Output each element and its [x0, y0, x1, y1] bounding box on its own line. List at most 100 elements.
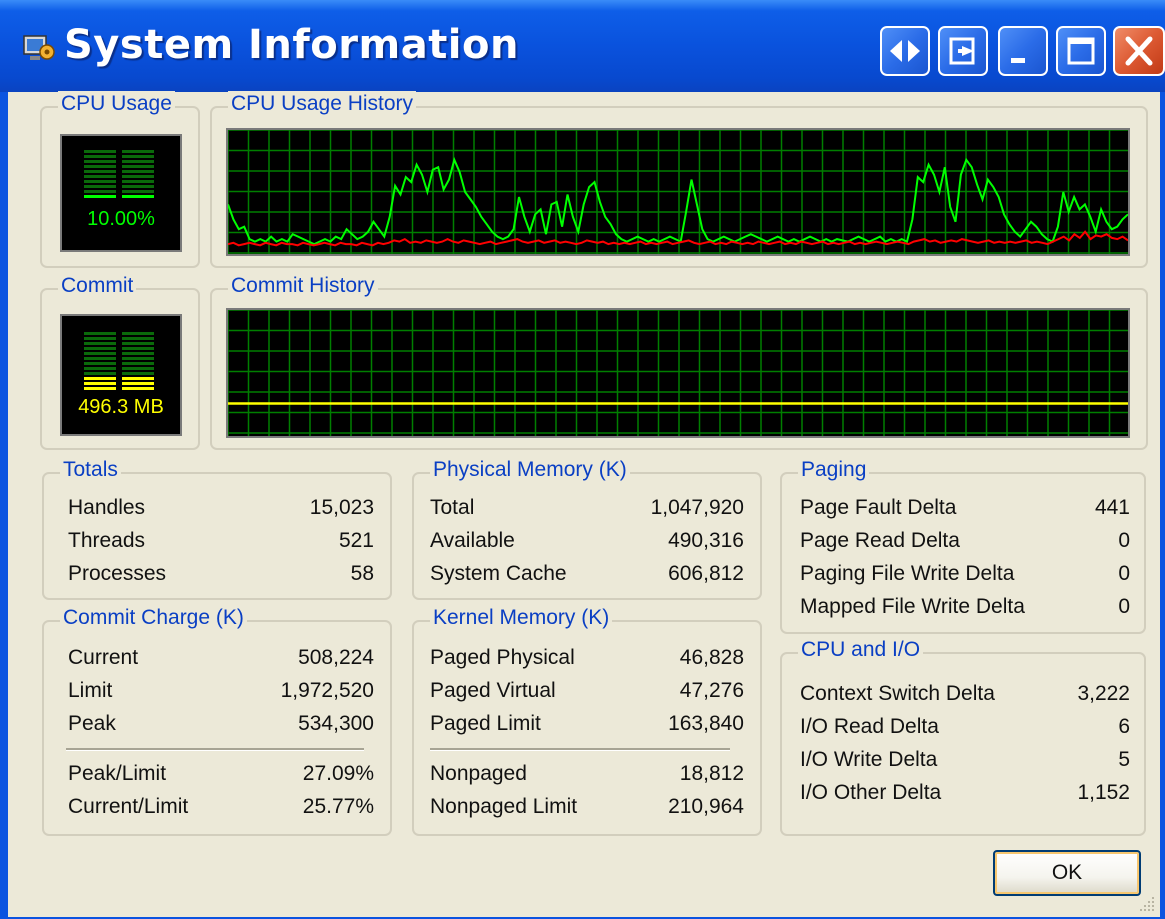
- meter-segment: [122, 150, 154, 153]
- meter-segment: [122, 337, 154, 340]
- peak-limit-row: Peak/Limit 27.09%: [68, 762, 374, 794]
- processes-label: Processes: [68, 562, 167, 585]
- meter-segment: [84, 155, 116, 158]
- meter-segment: [122, 382, 154, 385]
- close-button[interactable]: [1113, 26, 1165, 76]
- mapped-file-write-delta-label: Mapped File Write Delta: [800, 595, 1025, 618]
- cpu-total-series: [228, 156, 1128, 246]
- totals-title: Totals: [60, 457, 121, 483]
- nonpaged-label: Nonpaged: [430, 762, 527, 785]
- paging-file-write-delta-row: Paging File Write Delta 0: [800, 562, 1130, 594]
- paging-title: Paging: [798, 457, 870, 483]
- title-bar[interactable]: System Information: [0, 0, 1165, 92]
- nonpaged-limit-value: 210,964: [668, 795, 744, 818]
- handles-label: Handles: [68, 496, 146, 519]
- commit-peak-row: Peak 534,300: [68, 712, 374, 744]
- meter-segment: [122, 377, 154, 380]
- close-icon: [1125, 36, 1153, 66]
- meter-segment: [122, 160, 154, 163]
- meter-segment: [84, 332, 116, 335]
- context-switch-delta-label: Context Switch Delta: [800, 682, 995, 705]
- commit-value: 496.3 MB: [78, 396, 164, 418]
- mapped-file-write-delta-row: Mapped File Write Delta 0: [800, 595, 1130, 627]
- system-information-window: System Information CPU Usage 10.00% CPU …: [0, 0, 1165, 919]
- nonpaged-row: Nonpaged 18,812: [430, 762, 744, 794]
- meter-segment: [84, 342, 116, 345]
- meter-segment: [122, 332, 154, 335]
- nonpaged-limit-row: Nonpaged Limit 210,964: [430, 795, 744, 827]
- physical-available-value: 490,316: [668, 529, 744, 552]
- io-other-delta-value: 1,152: [1077, 781, 1130, 804]
- context-switch-delta-value: 3,222: [1077, 682, 1130, 705]
- minimize-button[interactable]: [998, 26, 1048, 76]
- physical-total-value: 1,047,920: [650, 496, 744, 519]
- meter-segment: [84, 195, 116, 198]
- meter-segment: [84, 372, 116, 375]
- commit-current-row: Current 508,224: [68, 646, 374, 678]
- meter-segment: [84, 377, 116, 380]
- paged-virtual-row: Paged Virtual 47,276: [430, 679, 744, 711]
- paged-physical-row: Paged Physical 46,828: [430, 646, 744, 678]
- peak-limit-value: 27.09%: [302, 762, 374, 785]
- meter-segment: [84, 387, 116, 390]
- physical-total-label: Total: [430, 496, 475, 519]
- meter-segment: [84, 160, 116, 163]
- kernel-memory-separator: [430, 748, 730, 751]
- meter-segment: [84, 190, 116, 193]
- paged-physical-value: 46,828: [679, 646, 744, 669]
- commit-charge-title: Commit Charge (K): [60, 605, 247, 631]
- cpu-usage-meter: 10.00%: [60, 134, 182, 252]
- meter-segment: [122, 367, 154, 370]
- physical-total-row: Total 1,047,920: [430, 496, 744, 528]
- restore-arrows-icon: [890, 40, 920, 62]
- paged-limit-label: Paged Limit: [430, 712, 541, 735]
- page-fault-delta-row: Page Fault Delta 441: [800, 496, 1130, 528]
- io-write-delta-row: I/O Write Delta 5: [800, 748, 1130, 780]
- meter-segment: [84, 362, 116, 365]
- cpu-history-plot: [228, 130, 1128, 254]
- threads-value: 521: [338, 529, 374, 552]
- meter-segment: [84, 185, 116, 188]
- commit-current-label: Current: [68, 646, 139, 669]
- io-other-delta-row: I/O Other Delta 1,152: [800, 781, 1130, 813]
- paging-file-write-delta-value: 0: [1118, 562, 1130, 585]
- system-cache-value: 606,812: [668, 562, 744, 585]
- maximize-button[interactable]: [1056, 26, 1106, 76]
- meter-segment: [84, 165, 116, 168]
- commit-peak-value: 534,300: [298, 712, 374, 735]
- commit-history-plot: [228, 310, 1128, 436]
- meter-segment: [122, 175, 154, 178]
- restore-arrows-button[interactable]: [880, 26, 930, 76]
- system-info-app-icon: [23, 35, 55, 60]
- handles-value: 15,023: [309, 496, 374, 519]
- meter-segment: [122, 155, 154, 158]
- cpu-usage-history-group: CPU Usage History: [210, 91, 1148, 268]
- meter-segment: [122, 170, 154, 173]
- io-other-delta-label: I/O Other Delta: [800, 781, 942, 804]
- meter-segment: [84, 357, 116, 360]
- current-limit-value: 25.77%: [302, 795, 374, 818]
- processes-value: 58: [350, 562, 374, 585]
- system-cache-row: System Cache 606,812: [430, 562, 744, 594]
- commit-meter: 496.3 MB: [60, 314, 182, 436]
- physical-available-label: Available: [430, 529, 515, 552]
- commit-peak-label: Peak: [68, 712, 116, 735]
- physical-available-row: Available 490,316: [430, 529, 744, 561]
- cpu-usage-group: CPU Usage 10.00%: [40, 91, 200, 268]
- commit-limit-label: Limit: [68, 679, 113, 702]
- commit-charge-group: Commit Charge (K) Current 508,224 Limit …: [42, 605, 392, 836]
- nonpaged-value: 18,812: [679, 762, 744, 785]
- meter-segment: [122, 362, 154, 365]
- minimize-to-tray-button[interactable]: [938, 26, 988, 76]
- meter-segment: [84, 337, 116, 340]
- meter-segment: [84, 352, 116, 355]
- commit-limit-value: 1,972,520: [280, 679, 374, 702]
- cpu-kernel-series: [228, 230, 1128, 247]
- paged-virtual-label: Paged Virtual: [430, 679, 556, 702]
- processes-row: Processes 58: [68, 562, 374, 594]
- threads-label: Threads: [68, 529, 146, 552]
- resize-grip-icon[interactable]: [1136, 893, 1156, 913]
- cpu-usage-history-label: CPU Usage History: [228, 91, 417, 117]
- ok-button[interactable]: OK: [993, 850, 1141, 896]
- cpu-history-graph: [226, 128, 1130, 256]
